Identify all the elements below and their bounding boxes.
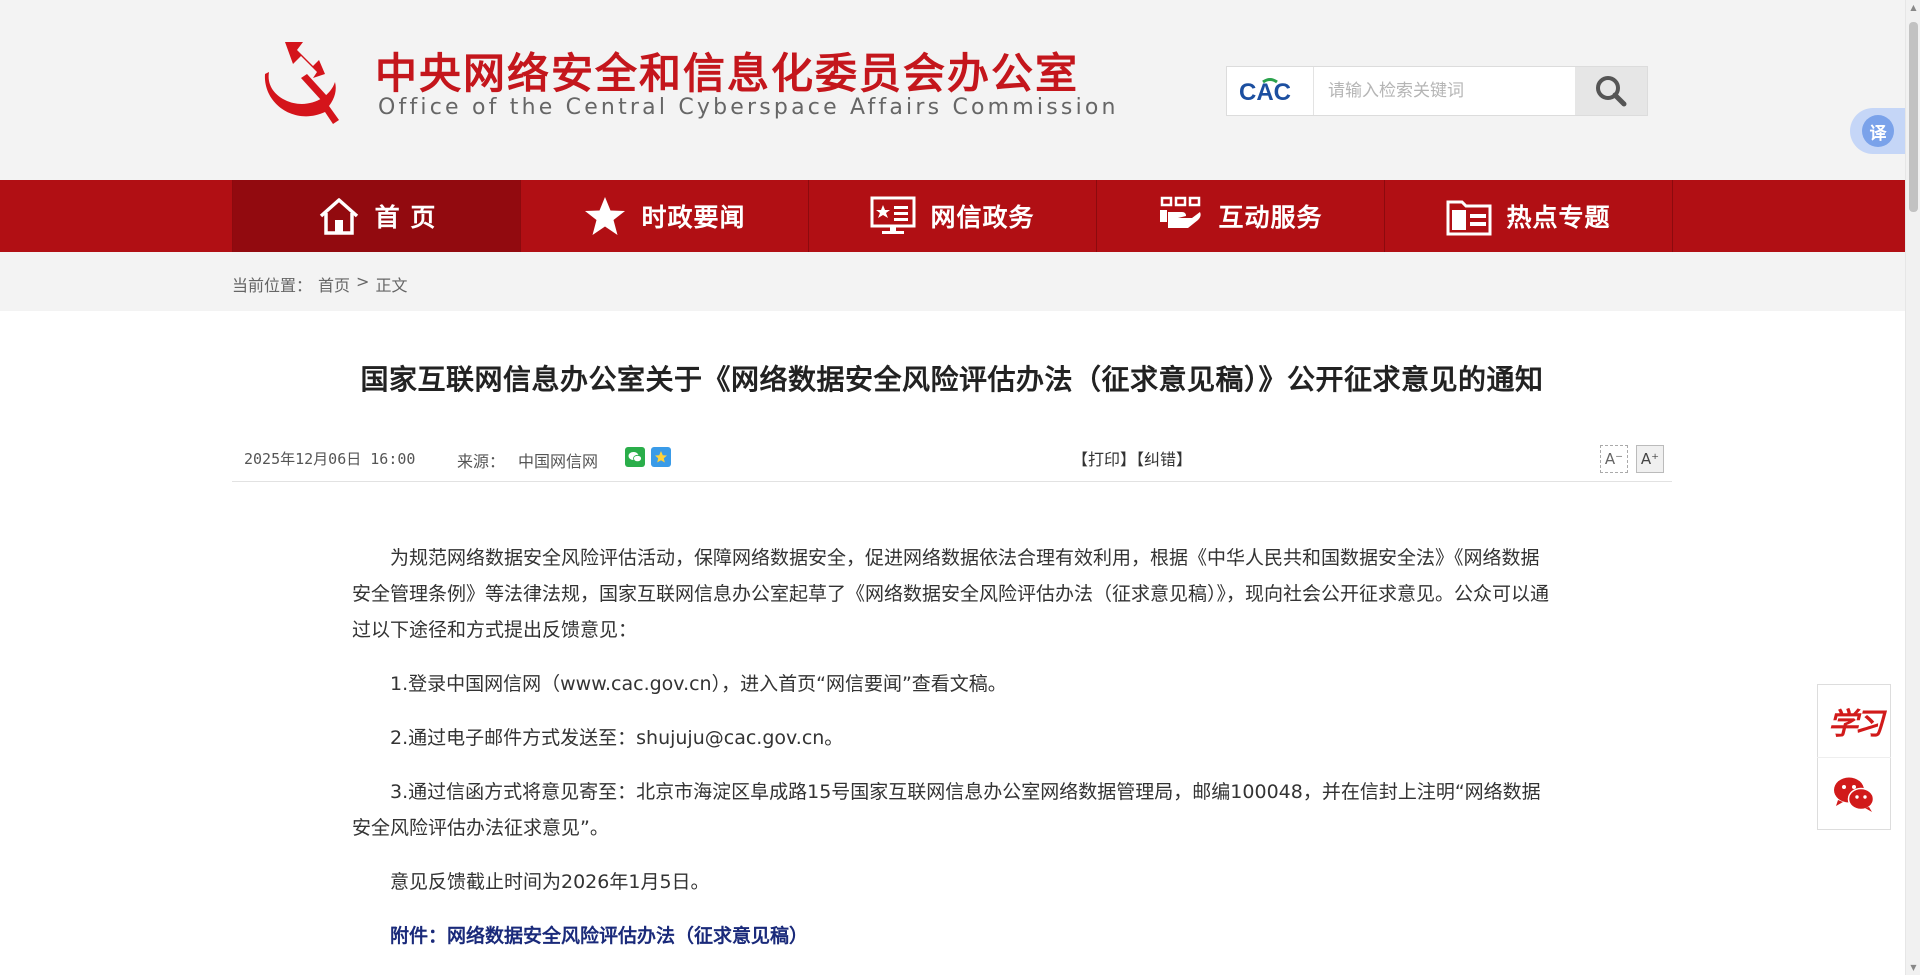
nav-item-home[interactable]: 首 页	[233, 180, 521, 252]
search-button[interactable]	[1575, 67, 1647, 115]
nav-item-service[interactable]: 互动服务	[1097, 180, 1385, 252]
party-emblem-logo	[264, 42, 339, 124]
font-decrease-button[interactable]: A⁻	[1600, 445, 1628, 473]
search-input[interactable]	[1314, 67, 1575, 115]
site-header: 中央网络安全和信息化委员会办公室 Office of the Central C…	[0, 0, 1920, 180]
nav-item-topics[interactable]: 热点专题	[1385, 180, 1673, 252]
qzone-share-icon[interactable]	[651, 447, 671, 467]
search-box: CAC	[1226, 66, 1648, 116]
article-paragraph: 为规范网络数据安全风险评估活动，保障网络数据安全，促进网络数据依法合理有效利用，…	[352, 547, 1550, 641]
breadcrumb-home-link[interactable]: 首页	[318, 272, 350, 296]
print-link[interactable]: 【打印】	[1072, 450, 1136, 469]
xuexi-link[interactable]: 学习	[1817, 685, 1891, 757]
hands-service-icon	[1160, 196, 1202, 228]
monitor-star-icon	[870, 196, 916, 234]
font-size-controls: A⁻ A⁺	[1600, 445, 1664, 473]
attachment-link[interactable]: 附件：网络数据安全风险评估办法（征求意见稿）	[352, 918, 1552, 954]
share-icons	[625, 447, 671, 467]
cac-logo-icon: CAC	[1239, 78, 1291, 106]
source-name: 中国网信网	[518, 452, 599, 471]
breadcrumb-separator: >	[356, 272, 370, 291]
nav-item-label: 网信政务	[930, 203, 1035, 232]
main-nav: 首 页 时政要闻 网信政务 互动服务 热点专题	[0, 180, 1905, 252]
article-paragraph: 1.登录中国网信网（www.cac.gov.cn），进入首页“网信要闻”查看文稿…	[390, 673, 1007, 695]
nav-item-label: 互动服务	[1218, 203, 1323, 232]
breadcrumb: 当前位置： 首页 > 正文	[232, 272, 407, 296]
source-label: 来源：	[457, 452, 506, 471]
site-title-en: Office of the Central Cyberspace Affairs…	[378, 95, 1119, 120]
scroll-up-arrow-icon[interactable]: ▲	[1906, 0, 1920, 15]
nav-item-label: 热点专题	[1506, 203, 1611, 232]
page-scrollbar[interactable]: ▲ ▼	[1905, 0, 1920, 975]
article-paragraph: 2.通过电子邮件方式发送至：shujuju@cac.gov.cn。	[390, 727, 844, 749]
font-increase-button[interactable]: A⁺	[1636, 445, 1664, 473]
article-meta: 2025年12月06日 16:00 来源： 中国网信网 【打印】【纠错】 A⁻ …	[232, 440, 1672, 482]
nav-item-label: 首 页	[374, 203, 437, 232]
wechat-share-icon[interactable]	[625, 447, 645, 467]
wechat-link[interactable]	[1817, 757, 1891, 829]
article-actions: 【打印】【纠错】	[1072, 446, 1192, 470]
star-icon	[585, 197, 626, 235]
home-icon	[319, 198, 358, 235]
article-paragraph: 意见反馈截止时间为2026年1月5日。	[390, 871, 710, 893]
nav-item-news[interactable]: 时政要闻	[521, 180, 809, 252]
article-title: 国家互联网信息办公室关于《网络数据安全风险评估办法（征求意见稿）》公开征求意见的…	[360, 363, 1544, 396]
xuexi-logo: 学习	[1828, 707, 1884, 742]
breadcrumb-current-link[interactable]: 正文	[375, 272, 407, 296]
breadcrumb-prefix: 当前位置：	[232, 276, 313, 295]
article-body: 为规范网络数据安全风险评估活动，保障网络数据安全，促进网络数据依法合理有效利用，…	[352, 540, 1552, 972]
scroll-thumb[interactable]	[1909, 22, 1918, 212]
nav-item-affairs[interactable]: 网信政务	[809, 180, 1097, 252]
site-title-cn: 中央网络安全和信息化委员会办公室	[375, 49, 1080, 98]
scroll-down-arrow-icon[interactable]: ▼	[1906, 960, 1920, 975]
translate-button[interactable]: 译	[1850, 108, 1910, 154]
breadcrumb-bar: 当前位置： 首页 > 正文	[0, 252, 1905, 311]
wechat-icon	[1834, 777, 1875, 812]
cac-logo-text: CAC	[1239, 79, 1291, 106]
correct-link[interactable]: 【纠错】	[1136, 450, 1192, 469]
article-paragraph: 3.通过信函方式将意见寄至：北京市海淀区阜成路15号国家互联网信息办公室网络数据…	[352, 781, 1541, 839]
floating-side-panel: 学习	[1817, 684, 1891, 830]
nav-item-label: 时政要闻	[641, 203, 746, 232]
search-icon	[1596, 76, 1627, 107]
publish-date: 2025年12月06日 16:00	[244, 450, 416, 468]
translate-icon: 译	[1862, 115, 1894, 147]
folder-icon	[1446, 200, 1492, 236]
cac-logo: CAC	[1227, 67, 1314, 115]
